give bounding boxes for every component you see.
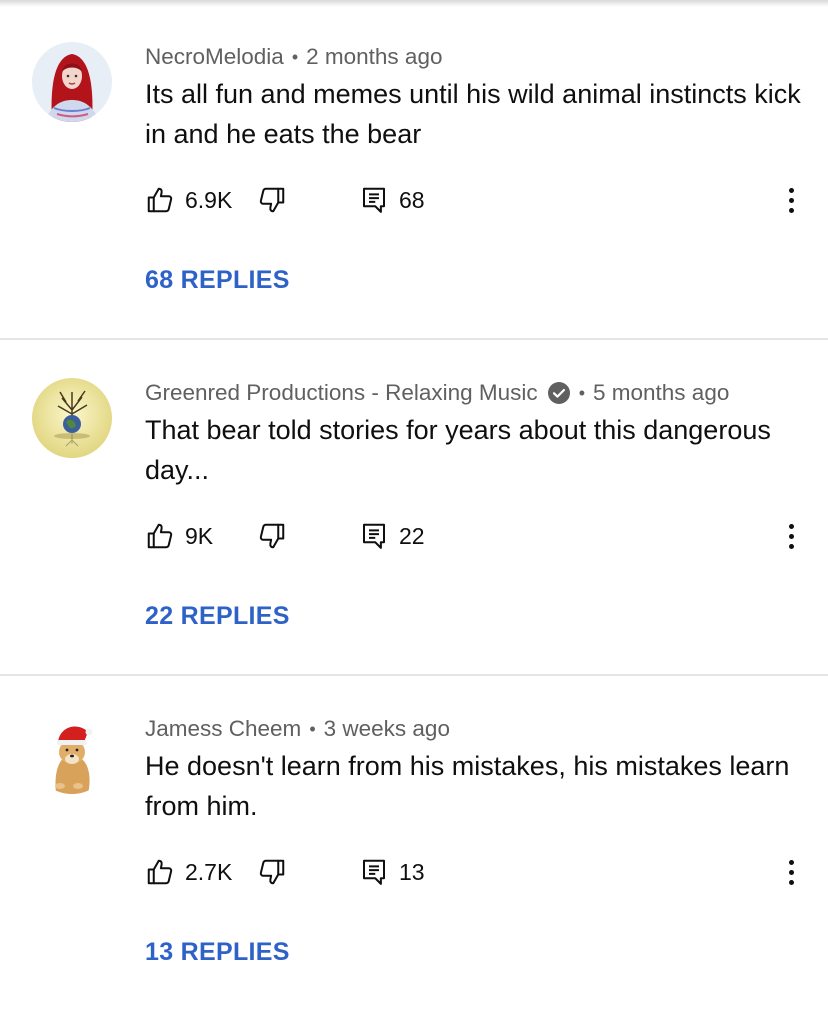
santa-hat-doge-avatar: [32, 714, 112, 794]
view-replies-link[interactable]: 13 REPLIES: [145, 938, 290, 967]
comment-thread: NecroMelodia • 2 months ago Its all fun …: [0, 4, 828, 340]
dislike-button[interactable]: [257, 182, 287, 218]
dot-separator: •: [578, 382, 585, 403]
like-count: 2.7K: [185, 858, 233, 885]
comment-icon: [363, 523, 385, 549]
comment-meta: Greenred Productions - Relaxing Music • …: [145, 378, 729, 408]
thumbs-up-icon: [147, 523, 173, 549]
comment-time[interactable]: 5 months ago: [593, 380, 729, 406]
comment-thread: Jamess Cheem • 3 weeks ago He doesn't le…: [0, 676, 828, 1011]
like-button[interactable]: 2.7K: [145, 854, 232, 890]
more-vertical-icon[interactable]: [779, 518, 803, 554]
comment-actions: 2.7K 13: [145, 852, 815, 892]
more-vertical-icon[interactable]: [779, 854, 803, 890]
thumbs-down-icon: [259, 859, 285, 885]
comment-time[interactable]: 2 months ago: [306, 44, 442, 70]
comment-meta: Jamess Cheem • 3 weeks ago: [145, 714, 450, 744]
dislike-button[interactable]: [257, 854, 287, 890]
reply-count: 22: [399, 522, 425, 549]
comment-meta: NecroMelodia • 2 months ago: [145, 42, 442, 72]
avatar[interactable]: [32, 42, 112, 122]
reply-button[interactable]: 13: [359, 854, 425, 890]
comment-time[interactable]: 3 weeks ago: [324, 716, 450, 742]
like-button[interactable]: 9K: [145, 518, 213, 554]
reply-count: 13: [399, 858, 425, 885]
author-name[interactable]: Greenred Productions - Relaxing Music: [145, 380, 538, 406]
tree-globe-avatar: [32, 378, 112, 458]
like-count: 6.9K: [185, 186, 233, 213]
thumbs-up-icon: [147, 859, 173, 885]
view-replies-link[interactable]: 68 REPLIES: [145, 266, 290, 295]
like-count: 9K: [185, 522, 214, 549]
view-replies-link[interactable]: 22 REPLIES: [145, 602, 290, 631]
comment-actions: 6.9K 68: [145, 180, 815, 220]
thumbs-down-icon: [259, 187, 285, 213]
avatar[interactable]: [32, 714, 112, 794]
comment-text: Its all fun and memes until his wild ani…: [145, 79, 801, 149]
comment-icon: [363, 187, 385, 213]
author-name[interactable]: NecroMelodia: [145, 44, 284, 70]
comment-actions: 9K 22: [145, 516, 815, 556]
reply-count: 68: [399, 186, 425, 213]
reply-button[interactable]: 68: [359, 182, 425, 218]
woman-red-hair-avatar: [32, 42, 112, 122]
like-button[interactable]: 6.9K: [145, 182, 232, 218]
reply-button[interactable]: 22: [359, 518, 425, 554]
dot-separator: •: [291, 46, 299, 67]
author-name[interactable]: Jamess Cheem: [145, 716, 301, 742]
comment-thread: Greenred Productions - Relaxing Music • …: [0, 340, 828, 676]
more-vertical-icon[interactable]: [779, 182, 803, 218]
dot-separator: •: [309, 718, 316, 739]
verified-check-icon: [547, 381, 571, 405]
thumbs-down-icon: [259, 523, 285, 549]
dislike-button[interactable]: [257, 518, 287, 554]
comment-icon: [363, 859, 385, 885]
thumbs-up-icon: [147, 187, 173, 213]
avatar[interactable]: [32, 378, 112, 458]
comment-text: He doesn't learn from his mistakes, his …: [145, 751, 790, 821]
comment-text: That bear told stories for years about t…: [145, 415, 771, 485]
